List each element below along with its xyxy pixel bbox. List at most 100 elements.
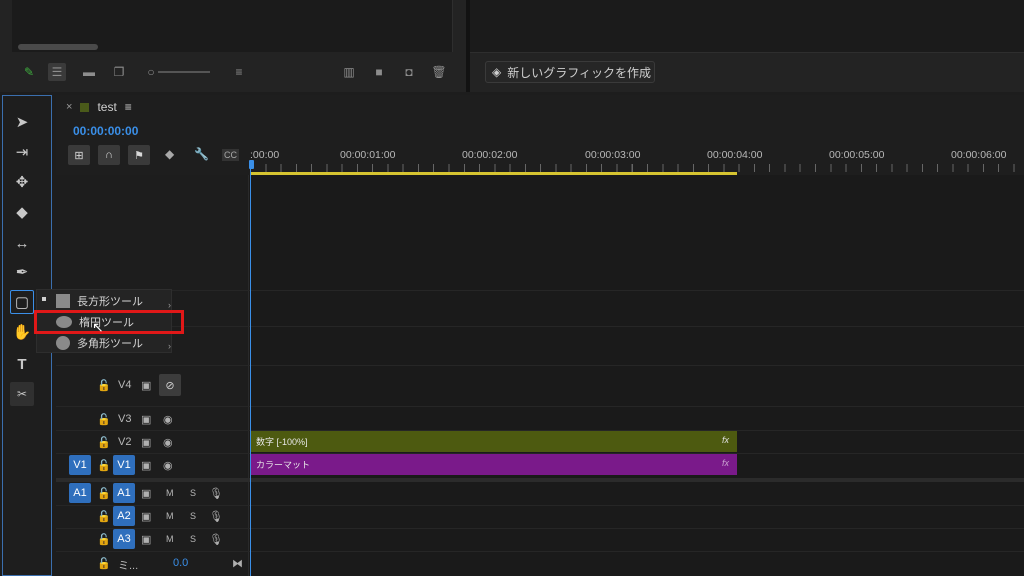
ruler-label: 00:00:01:00: [340, 149, 396, 161]
track-divider: [56, 505, 1024, 506]
icon-view-icon[interactable]: ▬: [80, 63, 98, 81]
solo-button[interactable]: S: [190, 488, 196, 498]
flyout-item-label: 多角形ツール: [77, 338, 143, 350]
tab-menu-icon[interactable]: ≡: [125, 100, 132, 114]
solo-button[interactable]: S: [190, 534, 196, 544]
track-target-v1[interactable]: V1: [113, 455, 135, 475]
sequence-name: test: [97, 100, 117, 114]
captions-icon[interactable]: CC: [222, 149, 239, 161]
go-to-end-icon[interactable]: ⧓: [232, 557, 243, 570]
mute-button[interactable]: M: [166, 488, 174, 498]
list-view-icon[interactable]: ☰: [48, 63, 66, 81]
microphone-icon[interactable]: 🎙: [209, 533, 223, 546]
solo-button[interactable]: S: [190, 511, 196, 521]
track-name-v4: V4: [118, 379, 132, 391]
lock-icon[interactable]: 🔓: [97, 436, 111, 449]
ruler-label: 00:00:05:00: [829, 149, 885, 161]
lock-icon[interactable]: 🔓: [97, 413, 111, 426]
remix-tool-icon[interactable]: ✂: [10, 382, 34, 406]
track-select-tool-icon[interactable]: ⇥: [10, 140, 34, 164]
rectangle-icon: [56, 294, 70, 308]
fx-badge: fx: [721, 435, 729, 445]
lock-icon[interactable]: 🔓: [97, 533, 111, 546]
sync-lock-icon[interactable]: ▣: [141, 459, 151, 472]
eye-hidden-icon[interactable]: ⊘: [159, 374, 181, 396]
track-divider: [56, 326, 1024, 327]
clip-numbers[interactable]: 数字 [-100%] fx: [251, 431, 737, 452]
type-tool-icon[interactable]: T: [10, 352, 34, 376]
track-divider: [56, 290, 1024, 291]
timeline-header: [56, 95, 1024, 175]
microphone-icon[interactable]: 🎙: [209, 510, 223, 523]
hand-tool-icon[interactable]: ✋: [10, 320, 34, 344]
sync-lock-icon[interactable]: ▣: [141, 510, 151, 523]
annotation-highlight-box: [34, 310, 184, 334]
sort-icon[interactable]: ≡: [230, 63, 248, 81]
mute-button[interactable]: M: [166, 534, 174, 544]
lock-icon[interactable]: 🔓: [97, 487, 111, 500]
clip-color-matte[interactable]: カラーマット fx: [251, 454, 737, 475]
slip-tool-icon[interactable]: ↔: [10, 231, 34, 255]
track-divider: [56, 528, 1024, 529]
source-patch-a1[interactable]: A1: [69, 483, 91, 503]
playhead-handle[interactable]: [249, 160, 254, 169]
zoom-slider[interactable]: [158, 71, 210, 73]
lock-icon[interactable]: 🔓: [97, 557, 111, 570]
playhead-line[interactable]: [250, 163, 251, 576]
selection-tool-icon[interactable]: ➤: [10, 110, 34, 134]
automate-icon[interactable]: ▥: [340, 63, 358, 81]
mute-button[interactable]: M: [166, 511, 174, 521]
playhead-timecode[interactable]: 00:00:00:00: [73, 124, 138, 138]
sync-lock-icon[interactable]: ▣: [141, 436, 151, 449]
polygon-tool-item[interactable]: 多角形ツール: [56, 334, 143, 352]
graphics-panel-content: [470, 0, 1024, 53]
lock-icon[interactable]: 🔓: [97, 459, 111, 472]
source-patch-v1[interactable]: V1: [69, 455, 91, 475]
mix-volume-value[interactable]: 0.0: [173, 557, 188, 569]
snap-icon[interactable]: ∩: [98, 145, 120, 165]
track-target-a1[interactable]: A1: [113, 483, 135, 503]
pencil-icon[interactable]: ✎: [20, 63, 38, 81]
new-graphic-button[interactable]: ◈ 新しいグラフィックを作成: [485, 61, 655, 83]
work-area-bar[interactable]: [250, 172, 737, 175]
track-target-a2[interactable]: A2: [113, 506, 135, 526]
ruler-label: 00:00:03:00: [585, 149, 641, 161]
linked-selection-icon[interactable]: ⚑: [128, 145, 150, 165]
eye-icon[interactable]: ◉: [163, 413, 173, 426]
razor-tool-icon[interactable]: ◆: [10, 200, 34, 224]
rectangle-tool-icon[interactable]: ▢: [10, 290, 34, 314]
sync-lock-icon[interactable]: ▣: [141, 533, 151, 546]
sequence-color-swatch: [80, 102, 90, 112]
ruler-label: :00:00: [250, 149, 280, 161]
track-target-a3[interactable]: A3: [113, 529, 135, 549]
nest-toggle-icon[interactable]: ⊞: [68, 145, 90, 165]
new-bin-icon[interactable]: ■: [370, 63, 388, 81]
new-item-icon[interactable]: ◘: [400, 63, 418, 81]
wrench-icon[interactable]: 🔧: [194, 147, 209, 161]
track-divider: [56, 406, 1024, 407]
time-ruler[interactable]: [250, 164, 1024, 172]
sync-lock-icon[interactable]: ▣: [141, 487, 151, 500]
add-marker-icon[interactable]: ◆: [165, 147, 174, 161]
eye-icon[interactable]: ◉: [163, 459, 173, 472]
video-audio-divider[interactable]: [56, 478, 1024, 482]
ripple-edit-tool-icon[interactable]: ✥: [10, 170, 34, 194]
mix-track-name: ミ...: [118, 560, 139, 572]
freeform-view-icon[interactable]: ❐: [110, 63, 128, 81]
ruler-label: 00:00:06:00: [951, 149, 1007, 161]
sequence-tab[interactable]: × test ≡: [66, 99, 132, 115]
pen-tool-icon[interactable]: ✒: [10, 260, 34, 284]
lock-icon[interactable]: 🔓: [97, 379, 111, 392]
polygon-icon: [56, 336, 70, 350]
ruler-label: 00:00:02:00: [462, 149, 518, 161]
trash-icon[interactable]: 🗑: [430, 63, 448, 81]
horizontal-scrollbar[interactable]: [18, 44, 98, 50]
eye-icon[interactable]: ◉: [163, 436, 173, 449]
microphone-icon[interactable]: 🎙: [209, 487, 223, 500]
new-layer-icon: ◈: [492, 65, 502, 79]
rectangle-tool-item[interactable]: 長方形ツール: [56, 292, 143, 310]
sync-lock-icon[interactable]: ▣: [141, 379, 151, 392]
close-icon[interactable]: ×: [66, 101, 72, 113]
lock-icon[interactable]: 🔓: [97, 510, 111, 523]
sync-lock-icon[interactable]: ▣: [141, 413, 151, 426]
